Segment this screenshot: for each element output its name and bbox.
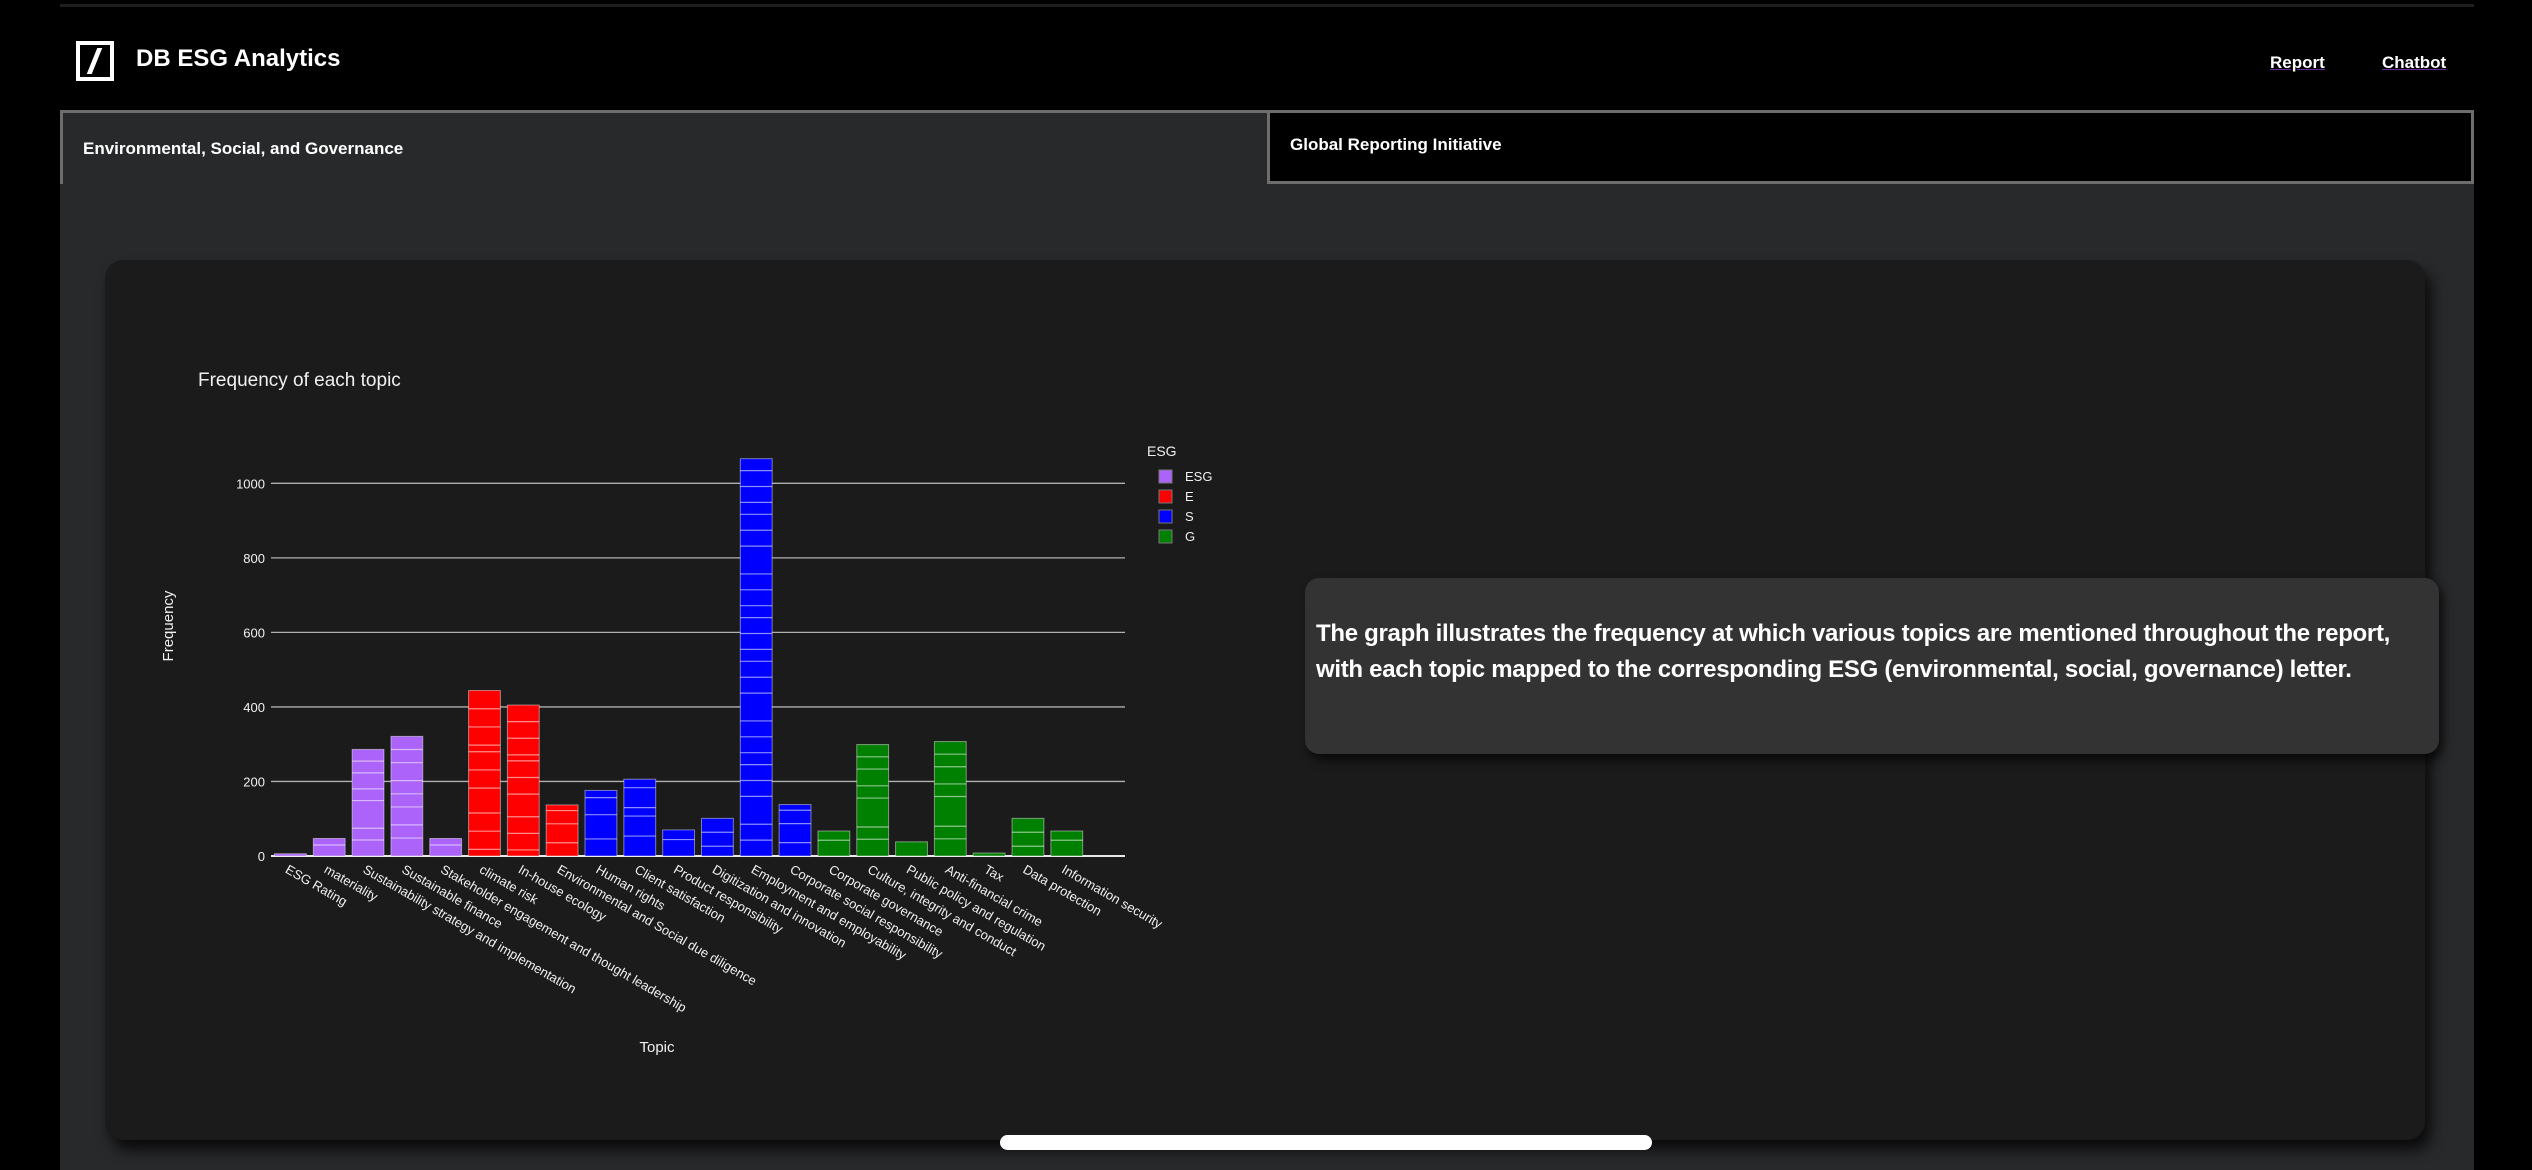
legend-swatch (1158, 469, 1173, 484)
legend-swatch (1158, 489, 1173, 504)
bar (1050, 830, 1084, 857)
frequency-bar-chart: Frequency of each topic 0 200 400 600 800 100… (160, 370, 1212, 1056)
y-tick-label: 800 (243, 551, 265, 566)
legend-label: S (1185, 509, 1194, 524)
y-tick-label: 0 (258, 849, 265, 864)
bar (972, 852, 1006, 857)
top-navbar: DB ESG Analytics Report Chatbot (60, 4, 2474, 110)
bar (584, 789, 618, 857)
y-axis-ticks: 0 200 400 600 800 1000 (236, 476, 265, 864)
bar (545, 804, 579, 857)
y-tick-label: 600 (243, 625, 265, 640)
chart-description-text: The graph illustrates the frequency at w… (1316, 620, 2391, 683)
legend-title: ESG (1147, 443, 1177, 459)
tab-gri[interactable]: Global Reporting Initiative (1267, 110, 2474, 184)
legend: ESG ESG ESG (1147, 443, 1212, 544)
legend-swatch (1158, 529, 1173, 544)
legend-label: E (1185, 489, 1194, 504)
home-indicator-bar[interactable] (1000, 1135, 1652, 1150)
chart-title: Frequency of each topic (198, 370, 401, 391)
legend-label: ESG (1185, 469, 1212, 484)
bar (429, 837, 463, 857)
tab-esg[interactable]: Environmental, Social, and Governance (60, 110, 1267, 184)
bar (623, 778, 657, 857)
y-tick-label: 400 (243, 700, 265, 715)
chart-description-box: The graph illustrates the frequency at w… (1305, 578, 2439, 754)
y-tick-label: 1000 (236, 476, 265, 491)
bar (700, 817, 734, 857)
bar (817, 830, 851, 857)
legend-label: G (1185, 529, 1195, 544)
bars (273, 458, 1084, 857)
bar (895, 841, 928, 857)
y-tick-label: 200 (243, 774, 265, 789)
legend-swatch (1158, 509, 1173, 524)
bar (312, 837, 346, 857)
bar (273, 853, 307, 857)
nav-link-chatbot[interactable]: Chatbot (2382, 53, 2446, 73)
deutsche-bank-logo-icon[interactable] (76, 41, 114, 81)
app-window: DB ESG Analytics Report Chatbot Environm… (60, 4, 2474, 1170)
bar (662, 829, 696, 857)
bar (778, 804, 812, 857)
y-axis-label: Frequency (160, 590, 177, 661)
x-axis-ticks: ESG RatingmaterialitySustainability stra… (283, 862, 1166, 1016)
chart-card: Frequency of each topic 0 200 400 600 800 100… (105, 260, 2439, 1140)
nav-link-report[interactable]: Report (2270, 53, 2325, 73)
brand-title[interactable]: DB ESG Analytics (136, 45, 341, 73)
tab-bar: Environmental, Social, and Governance Gl… (60, 110, 2474, 184)
bar (1011, 817, 1045, 857)
x-axis-label: Topic (639, 1039, 675, 1056)
